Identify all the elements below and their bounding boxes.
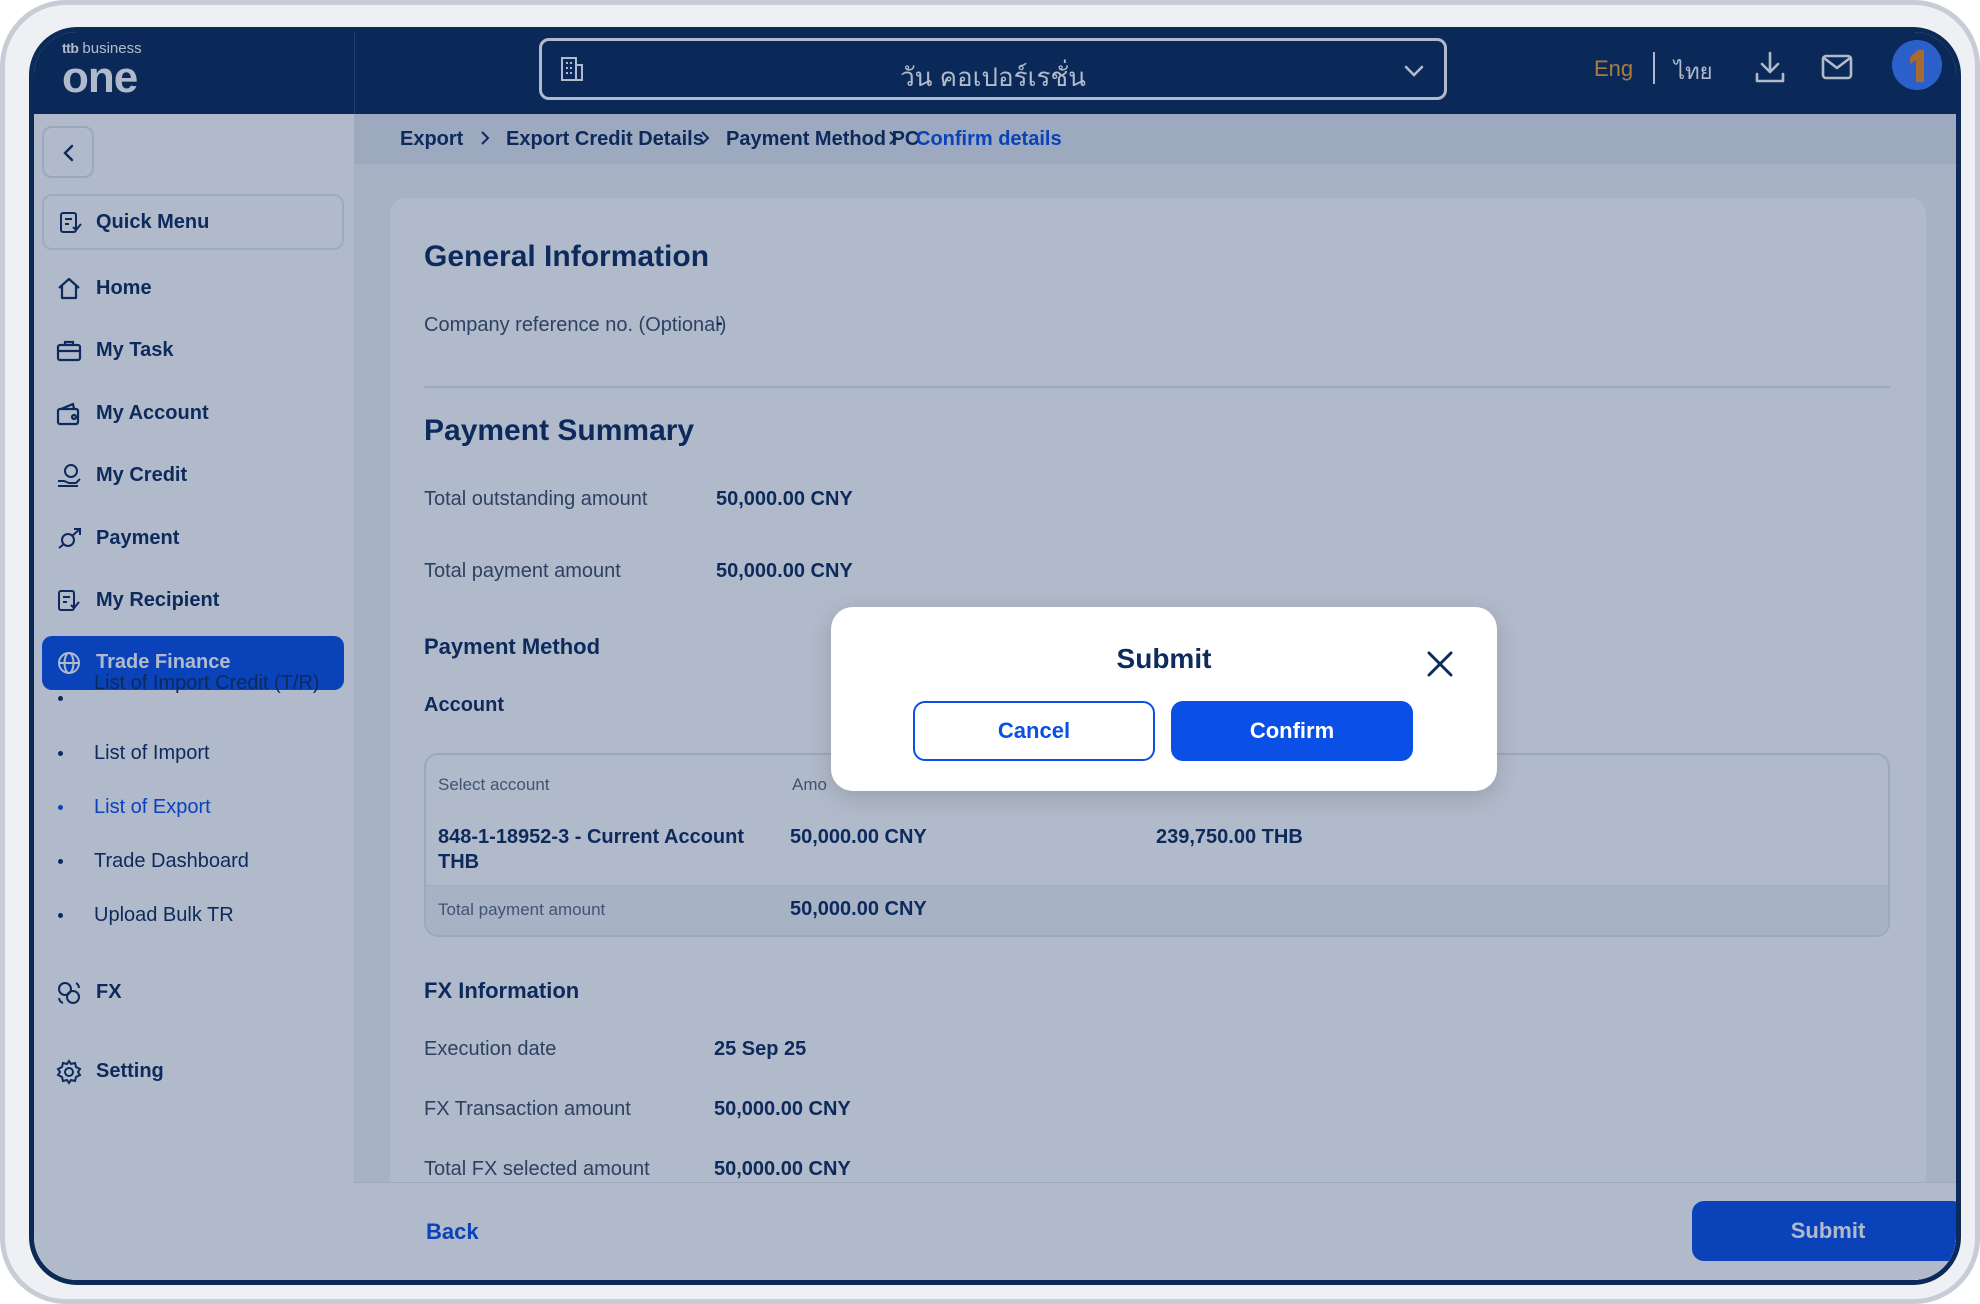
confirm-button[interactable]: Confirm	[1171, 701, 1413, 761]
dialog-title: Submit	[1116, 643, 1212, 674]
cancel-button[interactable]: Cancel	[913, 701, 1155, 761]
device-frame: ttb business one วัน คอเปอร์เรชั่น Eng ไท…	[0, 0, 1980, 1304]
close-icon[interactable]	[1425, 649, 1455, 679]
app-screen: ttb business one วัน คอเปอร์เรชั่น Eng ไท…	[29, 27, 1961, 1285]
submit-dialog: Submit Cancel Confirm	[831, 607, 1497, 791]
